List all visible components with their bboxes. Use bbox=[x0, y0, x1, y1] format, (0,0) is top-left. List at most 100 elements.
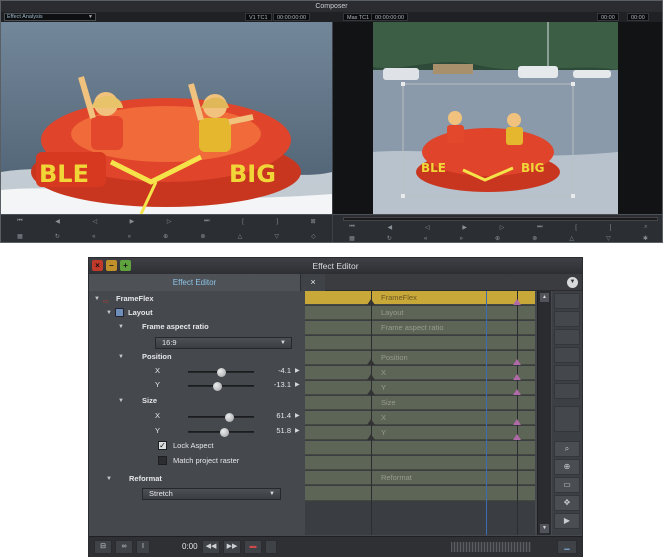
jog-right-icon[interactable]: » bbox=[460, 236, 463, 242]
settings-icon[interactable]: ✱ bbox=[643, 235, 648, 242]
disclosure-triangle-icon[interactable]: ▼ bbox=[94, 292, 100, 306]
reformat-dropdown[interactable]: Stretch ▼ bbox=[142, 488, 281, 500]
fit-to-window-icon[interactable]: ▭ bbox=[554, 477, 580, 493]
size-x-slider[interactable] bbox=[188, 413, 254, 422]
scroll-up-arrow-icon[interactable]: ▲ bbox=[540, 293, 549, 302]
clear-marks-icon[interactable]: ⊠ bbox=[311, 218, 316, 225]
play-reverse-icon[interactable]: ◁ bbox=[92, 218, 97, 225]
extract-icon[interactable]: ▽ bbox=[274, 233, 279, 240]
step-back-icon[interactable]: ◀ bbox=[55, 218, 60, 225]
source-viewer[interactable]: BLE BIG bbox=[1, 22, 332, 214]
keyframe-row[interactable]: Y bbox=[305, 381, 535, 395]
zoom-out-icon[interactable]: ⌕ bbox=[554, 441, 580, 457]
disclosure-triangle-icon[interactable]: ▼ bbox=[118, 350, 124, 364]
match-frame-icon[interactable]: ◇ bbox=[311, 233, 316, 240]
link-icon[interactable]: ∞ bbox=[115, 540, 133, 554]
keyframe-row[interactable] bbox=[305, 336, 535, 350]
keyframe-marker[interactable] bbox=[367, 359, 375, 365]
tc-label-2[interactable]: Mas TC1 bbox=[343, 13, 374, 21]
mark-in-icon[interactable]: [ bbox=[575, 225, 577, 231]
splice-icon[interactable]: ⊕ bbox=[163, 233, 168, 240]
grid-icon[interactable]: ▦ bbox=[17, 233, 23, 240]
extract-icon[interactable]: ▽ bbox=[606, 235, 611, 242]
jog-left-icon[interactable]: « bbox=[92, 234, 95, 240]
disclosure-triangle-icon[interactable]: ▼ bbox=[118, 320, 124, 334]
keyframe-row[interactable]: Size bbox=[305, 396, 535, 410]
zoom-in-icon[interactable]: ⊕ bbox=[554, 459, 580, 475]
keyframe-marker[interactable] bbox=[513, 434, 521, 440]
close-window-button[interactable]: × bbox=[92, 260, 103, 271]
tab-close-button[interactable]: × bbox=[301, 274, 325, 291]
keyframe-marker[interactable] bbox=[367, 419, 375, 425]
keyframe-row[interactable]: Position bbox=[305, 351, 535, 365]
grid-icon[interactable]: ▦ bbox=[349, 235, 355, 242]
match-raster-row[interactable]: Match project raster bbox=[89, 454, 304, 468]
next-keyframe-icon[interactable]: ▶▶ bbox=[223, 540, 241, 554]
keyframe-marker[interactable] bbox=[367, 299, 375, 305]
play-icon[interactable]: ▶ bbox=[554, 513, 580, 529]
tool-slot-button[interactable] bbox=[554, 365, 580, 381]
tool-slot-button[interactable] bbox=[554, 293, 580, 309]
position-indicator-line[interactable] bbox=[486, 291, 487, 535]
size-y-slider-knob[interactable] bbox=[220, 428, 229, 437]
disclosure-triangle-icon[interactable]: ▼ bbox=[106, 306, 112, 320]
match-raster-checkbox[interactable] bbox=[158, 456, 167, 465]
record-scrub-bar[interactable] bbox=[343, 217, 658, 221]
tab-effect-editor[interactable]: Effect Editor bbox=[89, 274, 301, 291]
tool-slot-button[interactable] bbox=[554, 347, 580, 363]
add-keyframe-arrow-icon[interactable]: ▶ bbox=[295, 409, 300, 423]
disclosure-triangle-icon[interactable]: ▼ bbox=[118, 394, 124, 408]
frame-aspect-ratio-row[interactable]: ▼ Frame aspect ratio bbox=[89, 320, 304, 334]
position-y-value[interactable]: -13.1 bbox=[251, 378, 291, 392]
panel-menu-chevron-down-icon[interactable]: ▼ bbox=[567, 277, 578, 288]
jog-left-icon[interactable]: « bbox=[424, 236, 427, 242]
step-back-icon[interactable]: ◀ bbox=[388, 224, 393, 231]
marker-icon[interactable]: I bbox=[136, 540, 150, 554]
go-to-end-icon[interactable]: ⏭ bbox=[204, 218, 209, 225]
keyframe-graph[interactable]: FrameFlex Layout Frame aspect ratio Posi… bbox=[305, 291, 535, 535]
keyframe-row[interactable] bbox=[305, 456, 535, 470]
keyframe-marker[interactable] bbox=[513, 299, 521, 305]
position-y-slider-knob[interactable] bbox=[213, 382, 222, 391]
go-to-start-icon[interactable]: ⏮ bbox=[349, 224, 354, 231]
keyframe-row[interactable]: Frame aspect ratio bbox=[305, 321, 535, 335]
size-x-slider-knob[interactable] bbox=[225, 413, 234, 422]
size-x-value[interactable]: 61.4 bbox=[251, 409, 291, 423]
keyframe-marker[interactable] bbox=[513, 389, 521, 395]
timeline-zoom-slider[interactable] bbox=[451, 542, 531, 552]
lift-icon[interactable]: △ bbox=[569, 235, 574, 242]
graph-mode-icon[interactable]: ▁ bbox=[557, 540, 577, 554]
tc-label-1[interactable]: V1 TC1 bbox=[245, 13, 272, 21]
scroll-down-arrow-icon[interactable]: ▼ bbox=[540, 524, 549, 533]
keyframe-marker[interactable] bbox=[513, 359, 521, 365]
add-keyframe-arrow-icon[interactable]: ▶ bbox=[295, 378, 300, 392]
keyframe-marker[interactable] bbox=[367, 389, 375, 395]
maximize-window-button[interactable]: + bbox=[120, 260, 131, 271]
mark-out-icon[interactable]: ] bbox=[610, 225, 612, 231]
render-effect-icon[interactable]: ⊟ bbox=[94, 540, 112, 554]
play-icon[interactable]: ▶ bbox=[462, 224, 467, 231]
tool-slot-button[interactable] bbox=[554, 406, 580, 432]
mark-in-icon[interactable]: [ bbox=[242, 219, 244, 225]
go-to-end-icon[interactable]: ⏭ bbox=[537, 224, 542, 231]
keyframe-row[interactable]: Reformat bbox=[305, 471, 535, 485]
splice-icon[interactable]: ⊕ bbox=[495, 235, 500, 242]
go-to-start-icon[interactable]: ⏮ bbox=[17, 218, 22, 225]
disclosure-triangle-icon[interactable]: ▼ bbox=[106, 472, 112, 486]
add-keyframe-arrow-icon[interactable]: ▶ bbox=[295, 364, 300, 378]
keyframe-row[interactable]: FrameFlex bbox=[305, 291, 535, 305]
frameflex-row[interactable]: ▼ ▭ FrameFlex bbox=[89, 292, 304, 306]
size-y-value[interactable]: 51.8 bbox=[251, 424, 291, 438]
minimize-window-button[interactable]: – bbox=[106, 260, 117, 271]
vertical-scrollbar[interactable]: ▲ ▼ bbox=[537, 291, 551, 535]
previous-keyframe-icon[interactable]: ◀◀ bbox=[202, 540, 220, 554]
play-reverse-icon[interactable]: ◁ bbox=[425, 224, 430, 231]
source-dropdown[interactable]: Effect Analysis ▼ bbox=[4, 13, 96, 21]
tool-slot-button[interactable] bbox=[554, 311, 580, 327]
tool-slot-button[interactable] bbox=[554, 383, 580, 399]
delete-keyframe-icon[interactable]: ▬ bbox=[244, 540, 262, 554]
play-icon[interactable]: ▶ bbox=[130, 218, 135, 225]
position-row[interactable]: ▼ Position bbox=[89, 350, 304, 364]
position-x-slider-knob[interactable] bbox=[217, 368, 226, 377]
position-x-value[interactable]: -4.1 bbox=[251, 364, 291, 378]
